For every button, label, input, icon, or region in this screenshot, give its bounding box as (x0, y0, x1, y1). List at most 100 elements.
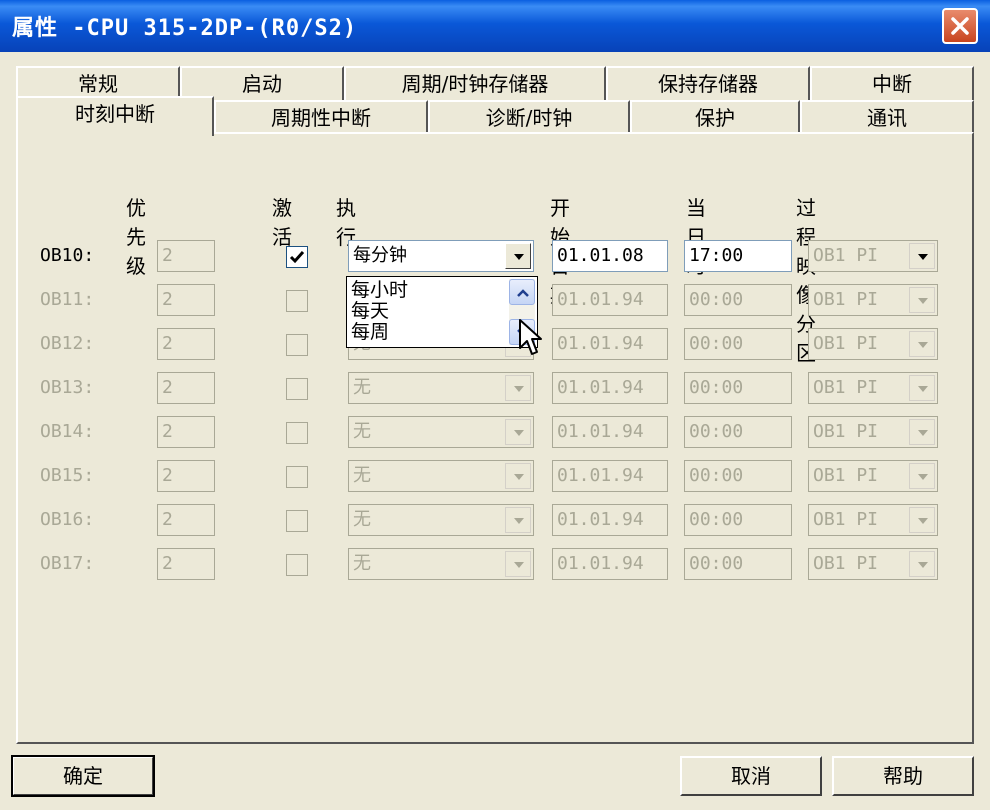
chevron-down-icon (514, 474, 524, 480)
time-of-day-field: 00:00 (684, 504, 792, 536)
priority-field: 2 (157, 284, 215, 316)
time-of-day-field: 00:00 (684, 284, 792, 316)
process-image-dropdown-button (909, 419, 935, 445)
priority-field: 2 (157, 328, 215, 360)
window-title: 属性 -CPU 315-2DP-(R0/S2) (12, 16, 358, 41)
priority-field: 2 (157, 240, 215, 272)
time-of-day-field: 00:00 (684, 548, 792, 580)
column-header-priority: 优先级 (126, 196, 146, 278)
execute-value: 无 (353, 465, 371, 486)
ob-label: OB14: (40, 421, 95, 442)
time-of-day-field: 00:00 (684, 328, 792, 360)
ob-label: OB15: (40, 465, 95, 486)
chevron-down-icon (514, 386, 524, 392)
tab-label: 启动 (242, 72, 282, 96)
checkmark-icon (289, 251, 305, 264)
tab-label: 时刻中断 (75, 102, 155, 126)
process-image-select: OB1 PI (808, 372, 938, 404)
activate-checkbox[interactable] (286, 246, 308, 268)
tab-cyclic-interrupts[interactable]: 周期性中断 (214, 100, 428, 134)
activate-checkbox (286, 554, 308, 576)
start-date-field: 01.01.94 (552, 372, 668, 404)
process-image-value: OB1 PI (813, 377, 879, 398)
ob-label: OB17: (40, 553, 95, 574)
tab-startup[interactable]: 启动 (180, 66, 344, 100)
execute-select: 无 (348, 372, 534, 404)
execute-dropdown-list[interactable]: 每小时 每天 每周 (346, 276, 538, 348)
chevron-down-icon (918, 386, 928, 392)
close-button[interactable] (942, 8, 978, 44)
activate-checkbox (286, 466, 308, 488)
chevron-down-icon (918, 562, 928, 568)
process-image-dropdown-button (909, 463, 935, 489)
process-image-value: OB1 PI (813, 245, 879, 266)
process-image-select: OB1 PI (808, 416, 938, 448)
cancel-button[interactable]: 取消 (680, 756, 822, 796)
dropdown-option-hourly[interactable]: 每小时 (351, 279, 408, 301)
title-bar[interactable]: 属性 -CPU 315-2DP-(R0/S2) (0, 0, 990, 52)
tab-cycle-clock-memory[interactable]: 周期/时钟存储器 (344, 66, 606, 100)
help-button[interactable]: 帮助 (832, 756, 974, 796)
start-date-field: 01.01.94 (552, 504, 668, 536)
execute-select[interactable]: 每分钟 (348, 240, 534, 272)
process-image-select: OB1 PI (808, 284, 938, 316)
properties-dialog: 属性 -CPU 315-2DP-(R0/S2) 常规 启动 周期/时钟存储器 保… (0, 0, 990, 810)
execute-value: 无 (353, 377, 371, 398)
activate-checkbox (286, 334, 308, 356)
tab-diagnostics-clock[interactable]: 诊断/时钟 (428, 100, 630, 134)
tab-label: 通讯 (867, 106, 907, 130)
process-image-value: OB1 PI (813, 333, 879, 354)
tab-protection[interactable]: 保护 (630, 100, 800, 134)
mouse-pointer-icon (519, 319, 542, 355)
tab-communication[interactable]: 通讯 (800, 100, 974, 134)
tab-label: 保持存储器 (658, 72, 758, 96)
tab-label: 中断 (872, 72, 912, 96)
process-image-value: OB1 PI (813, 289, 879, 310)
tab-interrupts[interactable]: 中断 (810, 66, 974, 100)
start-date-field[interactable]: 01.01.08 (552, 240, 668, 272)
priority-field: 2 (157, 504, 215, 536)
priority-field: 2 (157, 460, 215, 492)
dropdown-option-weekly[interactable]: 每周 (351, 321, 389, 343)
execute-value: 无 (353, 509, 371, 530)
start-date-field: 01.01.94 (552, 548, 668, 580)
process-image-select: OB1 PI (808, 504, 938, 536)
tab-time-of-day-interrupts[interactable]: 时刻中断 (16, 96, 214, 136)
execute-value: 每分钟 (353, 245, 407, 266)
execute-dropdown-button (505, 551, 531, 577)
execute-select: 无 (348, 548, 534, 580)
tab-label: 诊断/时钟 (485, 106, 573, 130)
time-of-day-field[interactable]: 17:00 (684, 240, 792, 272)
tab-label: 周期/时钟存储器 (401, 72, 549, 96)
scroll-up-button[interactable] (509, 279, 535, 305)
execute-dropdown-button[interactable] (505, 243, 531, 269)
process-image-value: OB1 PI (813, 421, 879, 442)
chevron-down-icon (918, 518, 928, 524)
start-date-field: 01.01.94 (552, 284, 668, 316)
execute-select: 无 (348, 460, 534, 492)
tab-retentive-memory[interactable]: 保持存储器 (606, 66, 810, 100)
dropdown-option-daily[interactable]: 每天 (351, 300, 389, 322)
priority-field: 2 (157, 372, 215, 404)
execute-dropdown-button (505, 419, 531, 445)
process-image-dropdown-button (909, 507, 935, 533)
column-header-active: 激活 (272, 196, 292, 249)
chevron-down-icon (514, 430, 524, 436)
time-of-day-field: 00:00 (684, 372, 792, 404)
tab-general[interactable]: 常规 (16, 66, 180, 100)
chevron-down-icon (918, 298, 928, 304)
time-of-day-field: 00:00 (684, 460, 792, 492)
process-image-dropdown-button (909, 287, 935, 313)
start-date-field: 01.01.94 (552, 416, 668, 448)
tab-label: 常规 (78, 72, 118, 96)
priority-field: 2 (157, 416, 215, 448)
tab-label: 周期性中断 (271, 106, 371, 130)
activate-checkbox (286, 378, 308, 400)
ok-button[interactable]: 确定 (11, 755, 155, 797)
ob-label: OB11: (40, 289, 95, 310)
help-button-label: 帮助 (883, 764, 923, 788)
close-icon (951, 17, 969, 35)
process-image-select: OB1 PI (808, 328, 938, 360)
ob-label: OB16: (40, 509, 95, 530)
chevron-down-icon (514, 254, 524, 260)
